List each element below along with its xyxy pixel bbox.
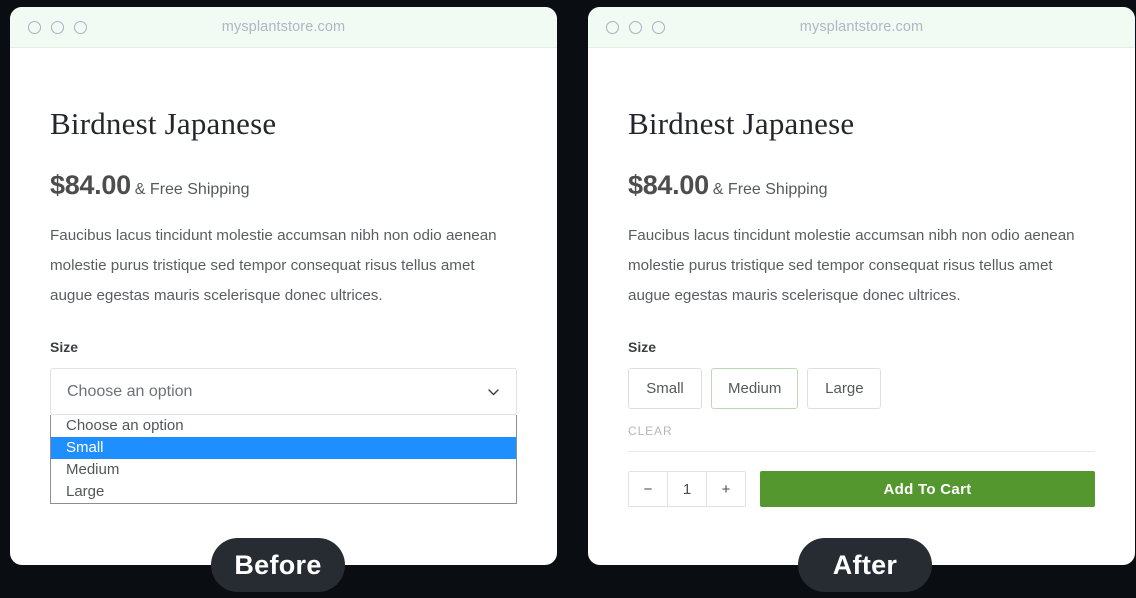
add-to-cart-button[interactable]: Add To Cart	[760, 471, 1095, 507]
before-badge: Before	[211, 538, 345, 592]
address-bar-url-before[interactable]: mysplantstore.com	[10, 19, 557, 35]
size-option-small[interactable]: Small	[51, 437, 516, 459]
size-option-medium[interactable]: Medium	[51, 459, 516, 481]
window-dot-minimize-icon[interactable]	[51, 20, 64, 34]
section-divider	[628, 451, 1095, 452]
comparison-stage: mysplantstore.com Birdnest Japanese $84.…	[0, 0, 1136, 598]
browser-titlebar-before: mysplantstore.com	[10, 7, 557, 48]
size-option-placeholder[interactable]: Choose an option	[51, 415, 516, 437]
size-swatch-large[interactable]: Large	[807, 368, 882, 409]
size-option-large[interactable]: Large	[51, 481, 516, 503]
window-controls-after	[606, 20, 665, 34]
product-price-before: $84.00	[50, 170, 131, 200]
size-field-label-after: Size	[628, 339, 657, 355]
size-swatch-group: Small Medium Large	[628, 368, 1095, 409]
browser-titlebar-after: mysplantstore.com	[588, 7, 1135, 48]
price-row-before: $84.00 & Free Shipping	[50, 172, 517, 199]
after-badge: After	[798, 538, 932, 592]
quantity-stepper: − 1 +	[628, 471, 746, 507]
product-title-after: Birdnest Japanese	[628, 106, 855, 141]
size-select-value-before: Choose an option	[67, 382, 193, 400]
product-description-after: Faucibus lacus tincidunt molestie accums…	[628, 227, 1075, 304]
size-swatch-medium[interactable]: Medium	[711, 368, 799, 409]
window-dot-minimize-icon[interactable]	[629, 20, 642, 34]
window-dot-maximize-icon[interactable]	[652, 20, 665, 34]
window-dot-close-icon[interactable]	[606, 20, 619, 34]
browser-window-after: mysplantstore.com Birdnest Japanese $84.…	[588, 7, 1135, 565]
shipping-note-before: & Free Shipping	[134, 181, 250, 198]
clear-selection-link[interactable]: CLEAR	[628, 424, 1095, 438]
product-page-before: Birdnest Japanese $84.00 & Free Shipping …	[10, 48, 557, 565]
product-title-before: Birdnest Japanese	[50, 106, 277, 141]
product-description-before: Faucibus lacus tincidunt molestie accums…	[50, 227, 497, 304]
quantity-input[interactable]: 1	[667, 472, 707, 506]
window-dot-close-icon[interactable]	[28, 20, 41, 34]
product-page-after: Birdnest Japanese $84.00 & Free Shipping …	[588, 48, 1135, 565]
price-row-after: $84.00 & Free Shipping	[628, 172, 1095, 199]
browser-window-before: mysplantstore.com Birdnest Japanese $84.…	[10, 7, 557, 565]
product-price-after: $84.00	[628, 170, 709, 200]
quantity-increment-button[interactable]: +	[707, 472, 745, 506]
chevron-down-icon	[487, 385, 500, 398]
shipping-note-after: & Free Shipping	[712, 181, 828, 198]
size-field-label-before: Size	[50, 339, 79, 355]
quantity-decrement-button[interactable]: −	[629, 472, 667, 506]
size-option-list-before[interactable]: Choose an option Small Medium Large	[50, 415, 517, 504]
window-dot-maximize-icon[interactable]	[74, 20, 87, 34]
window-controls-before	[28, 20, 87, 34]
size-select-before[interactable]: Choose an option	[50, 368, 517, 415]
size-swatch-small[interactable]: Small	[628, 368, 702, 409]
cart-row: − 1 + Add To Cart	[628, 471, 1095, 507]
address-bar-url-after[interactable]: mysplantstore.com	[588, 19, 1135, 35]
